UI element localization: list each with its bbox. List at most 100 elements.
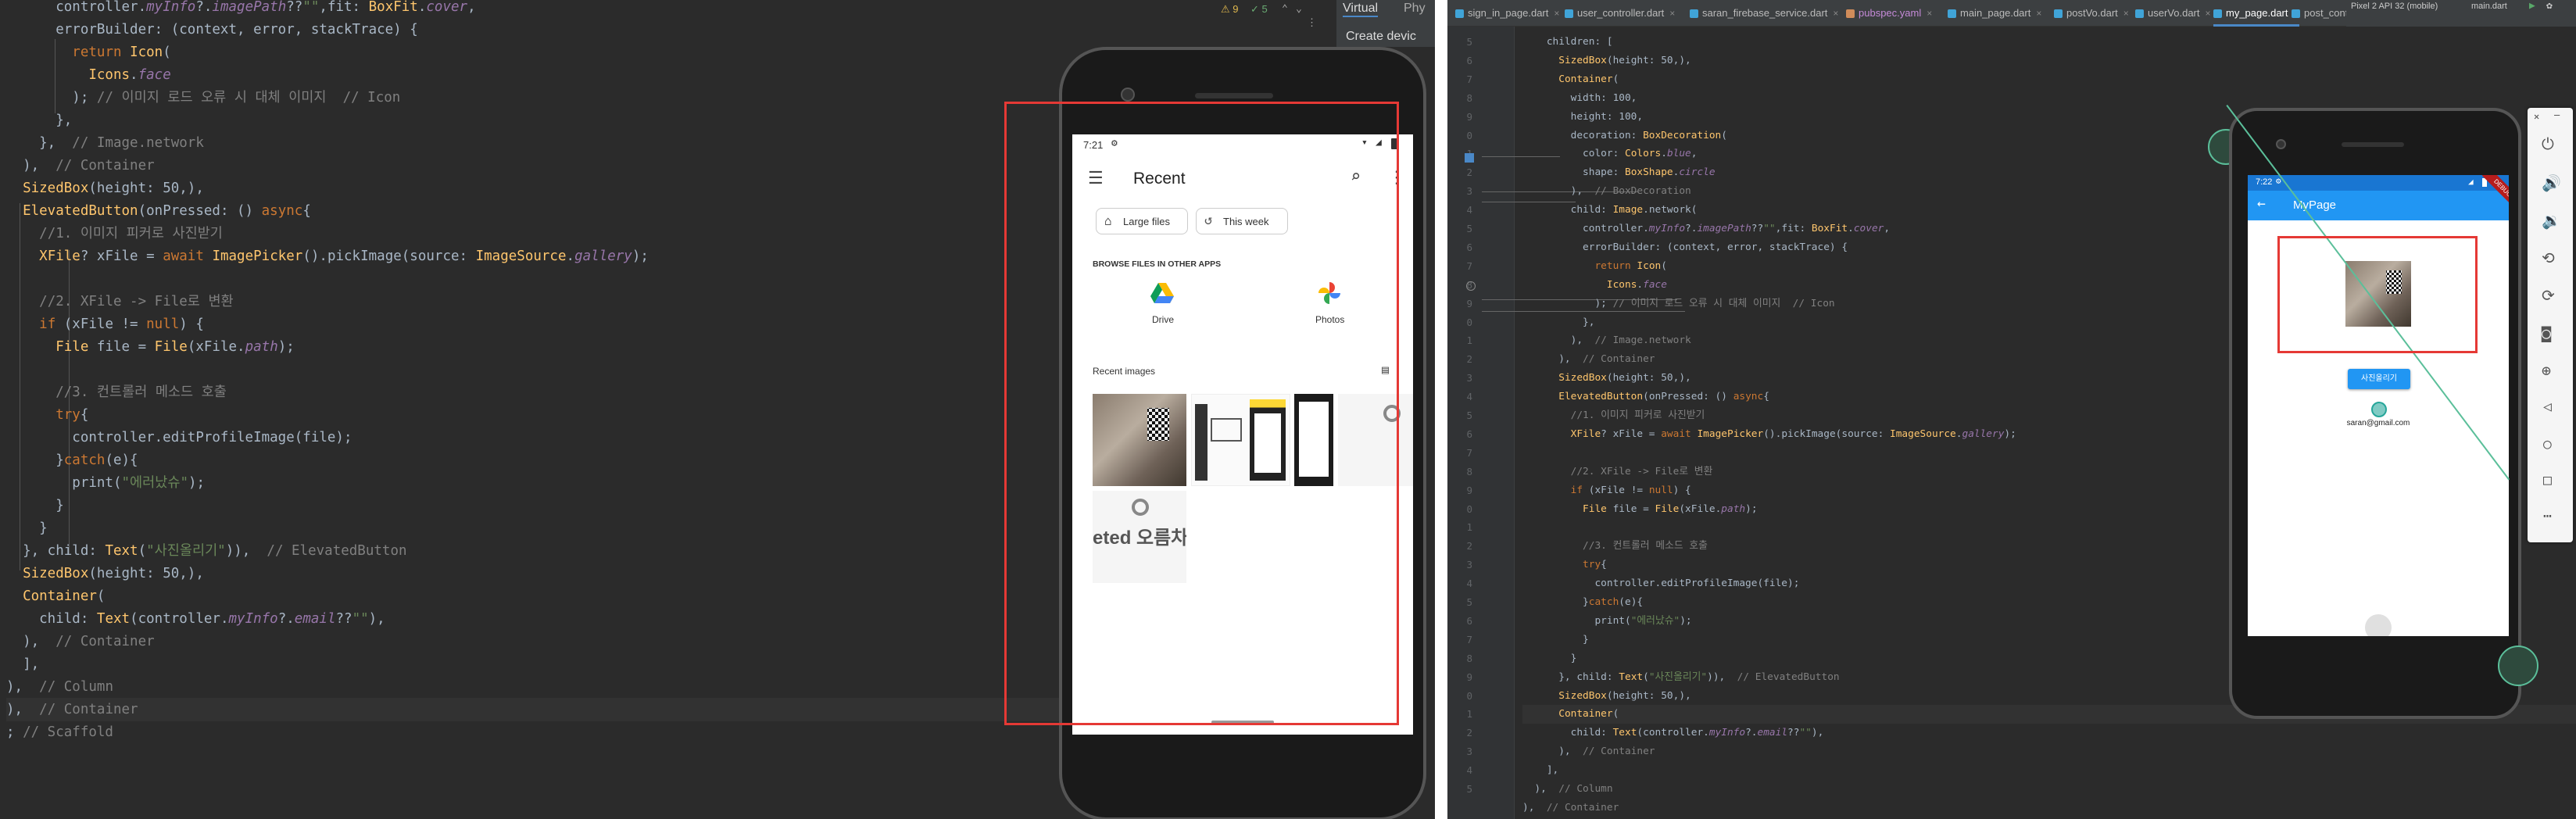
signal-icon: ◢	[2468, 177, 2474, 187]
line-number: 5	[1466, 596, 1472, 608]
run-config-selector[interactable]: main.dart	[2471, 2, 2507, 11]
zoom-icon[interactable]: ⊕	[2542, 361, 2551, 380]
back-arrow-icon[interactable]: ←	[2257, 195, 2266, 212]
line-number: 3	[1466, 746, 1472, 758]
line-number: 2	[1466, 540, 1472, 553]
editor-tab[interactable]: user_controller.dart ×	[1565, 0, 1675, 27]
editor-tab[interactable]: sign_in_page.dart ×	[1455, 0, 1559, 27]
close-tab-icon[interactable]: ×	[1927, 8, 1932, 19]
upload-photo-button[interactable]: 사진올리기	[2348, 369, 2410, 389]
line-number: 0	[1466, 129, 1472, 141]
code-line[interactable]: children: [	[1522, 33, 2576, 52]
close-icon[interactable]: ✕	[2534, 111, 2539, 122]
editor-tab-label: main_page.dart	[1960, 7, 2031, 19]
line-number: 0	[1466, 316, 1472, 328]
device-selector[interactable]: Pixel 2 API 32 (mobile)	[2351, 2, 2438, 11]
create-device-button[interactable]: Create devic	[1346, 30, 1416, 44]
back-icon[interactable]: ◁	[2543, 399, 2552, 415]
editor-tab[interactable]: userVo.dart ×	[2135, 0, 2211, 27]
line-number: 1	[1466, 334, 1472, 347]
volume-down-icon[interactable]: 🔉	[2542, 211, 2561, 230]
editor-tab[interactable]: saran_firebase_service.dart ×	[1690, 0, 1838, 27]
front-camera	[1121, 88, 1135, 102]
speaker-grille	[2342, 142, 2404, 147]
line-number: 4	[1466, 578, 1472, 590]
line-number: 7	[1466, 73, 1472, 85]
line-number: 6	[1466, 614, 1472, 627]
more-icon[interactable]: ⋯	[2543, 508, 2552, 524]
code-line[interactable]: ), // Container	[1522, 742, 2576, 761]
close-tab-icon[interactable]: ×	[2123, 8, 2129, 19]
right-editor-pane: sign_in_page.dart × user_controller.dart × s…	[1447, 0, 2576, 819]
line-number: 2	[1466, 727, 1472, 739]
highlight-box-left	[1004, 102, 1399, 725]
front-camera	[2276, 139, 2286, 149]
dart-file-icon	[1948, 9, 1956, 19]
line-number: 4	[1466, 764, 1472, 777]
line-number: 3	[1466, 559, 1472, 571]
phone-emulator-right: 7:22 ⚙ ◢ ← MyPage DEBUG 사진올리기 saran@gmai…	[2226, 105, 2521, 719]
device-manager-tabs: Virtual Phy Create devic	[1336, 0, 1435, 47]
code-line[interactable]: ],	[1522, 761, 2576, 780]
line-number: 8	[1466, 465, 1472, 477]
editor-tab-label: pubspec.yaml	[1859, 7, 1922, 19]
line-number: 8	[1466, 652, 1472, 664]
rotate-right-icon[interactable]: ⟳	[2542, 286, 2555, 305]
code-line[interactable]: child: Text(controller.myInfo?.email??""…	[1522, 724, 2576, 742]
volume-up-icon[interactable]: 🔊	[2542, 173, 2561, 192]
editor-tab[interactable]: my_page.dart×	[2213, 0, 2299, 27]
close-tab-icon[interactable]: ×	[1833, 8, 1838, 19]
line-number: 1	[1466, 708, 1472, 721]
line-number: 4	[1466, 204, 1472, 216]
tab-physical[interactable]: Phy	[1404, 2, 1426, 16]
dart-file-icon	[1565, 9, 1573, 19]
code-line[interactable]: errorBuilder: (context, error, stackTrac…	[6, 18, 1335, 41]
editor-tabs: sign_in_page.dart × user_controller.dart × s…	[1447, 0, 2402, 27]
dart-file-icon	[1846, 9, 1855, 19]
touch-indicator	[2371, 402, 2387, 417]
tab-virtual[interactable]: Virtual	[1343, 2, 1379, 17]
speaker-grille	[1195, 93, 1273, 98]
dart-file-icon	[2135, 9, 2144, 19]
status-time: 7:22	[2256, 177, 2273, 187]
camera-icon[interactable]: ◙	[2542, 324, 2551, 342]
dart-file-icon	[1455, 9, 1464, 19]
code-line[interactable]: controller.myInfo?.imagePath??"",fit: Bo…	[6, 0, 1335, 19]
run-toolbar: Pixel 2 API 32 (mobile) main.dart ▶ ✿	[2346, 0, 2576, 27]
line-number: 3	[1466, 185, 1472, 198]
editor-tab[interactable]: main_page.dart ×	[1948, 0, 2041, 27]
minimize-icon[interactable]: –	[2554, 109, 2560, 120]
dart-file-icon	[2292, 9, 2300, 19]
dart-file-icon	[2054, 9, 2063, 19]
code-line[interactable]: Container(	[1522, 70, 2576, 89]
editor-tab[interactable]: postVo.dart ×	[2054, 0, 2129, 27]
overview-icon[interactable]: □	[2543, 472, 2552, 488]
close-tab-icon[interactable]: ×	[1669, 8, 1675, 19]
editor-tab-label: user_controller.dart	[1577, 7, 1665, 19]
fold-icon[interactable]	[1466, 281, 1476, 291]
editor-tab-label: postVo.dart	[2066, 7, 2118, 19]
editor-tab-label: userVo.dart	[2148, 7, 2200, 19]
close-tab-icon[interactable]: ×	[1554, 8, 1559, 19]
nav-button[interactable]	[2365, 614, 2392, 636]
code-line[interactable]: SizedBox(height: 50,),	[1522, 52, 2576, 70]
home-icon[interactable]: ○	[2543, 436, 2552, 452]
emulator-side-panel: ✕ – ⏻ 🔊 🔉 ⟲ ⟳ ◙ ⊕ ◁ ○ □ ⋯	[2528, 108, 2573, 542]
line-number: 9	[1466, 484, 1472, 496]
code-line[interactable]: width: 100,	[1522, 89, 2576, 108]
editor-tab-label: sign_in_page.dart	[1468, 7, 1549, 19]
code-line[interactable]: ), // Column	[1522, 780, 2576, 799]
screenshot-divider	[1435, 0, 1447, 819]
close-tab-icon[interactable]: ×	[2036, 8, 2041, 19]
power-icon[interactable]: ⏻	[2542, 134, 2554, 153]
code-line[interactable]: ), // Container	[1522, 799, 2576, 817]
close-tab-icon[interactable]: ×	[2206, 8, 2211, 19]
breakpoint-marker[interactable]	[1465, 153, 1474, 163]
line-number: 5	[1466, 223, 1472, 234]
highlight-box-right	[2277, 236, 2478, 353]
upload-photo-label: 사진올리기	[2361, 374, 2397, 383]
editor-tab[interactable]: pubspec.yaml ×	[1846, 0, 1932, 27]
rotate-left-icon[interactable]: ⟲	[2542, 249, 2555, 267]
run-icon[interactable]: ▶	[2529, 0, 2535, 12]
debug-icon[interactable]: ✿	[2546, 0, 2553, 12]
